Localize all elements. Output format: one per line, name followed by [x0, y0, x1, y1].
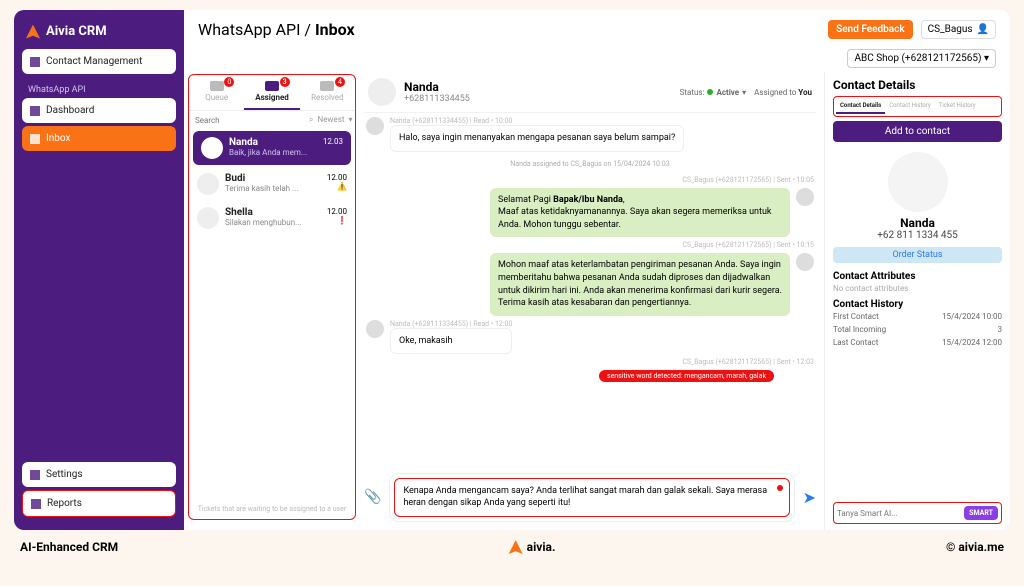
- avatar: [796, 188, 814, 206]
- footer-copyright: © aivia.me: [946, 540, 1004, 554]
- sidebar-dashboard[interactable]: Dashboard: [22, 98, 176, 123]
- system-message: Nanda assigned to CS_Bagus on 15/04/2024…: [366, 160, 814, 168]
- footer-tagline: AI-Enhanced CRM: [20, 540, 118, 554]
- detail-name: Nanda: [833, 216, 1002, 230]
- avatar: [366, 320, 384, 338]
- tab-resolved[interactable]: Resolved4: [300, 75, 355, 110]
- grid-icon: [30, 106, 40, 116]
- send-feedback-button[interactable]: Send Feedback: [828, 20, 912, 39]
- sidebar-reports[interactable]: Reports: [22, 490, 176, 517]
- inbox-panel: Queue0 Assigned3 Resolved4 ⌕ Newest ▾ Na…: [188, 74, 356, 520]
- topbar: WhatsApp API / Inbox Send Feedback CS_Ba…: [184, 10, 1010, 49]
- sidebar-contact-management[interactable]: Contact Management: [22, 49, 176, 74]
- details-title: Contact Details: [833, 78, 1002, 92]
- message-bubble: Mohon maaf atas keterlambatan pengiriman…: [490, 253, 790, 315]
- conversation-item[interactable]: BudiTerima kasih telah ... 12.00⚠️: [189, 167, 355, 201]
- smart-ai-button[interactable]: SMART: [964, 506, 998, 520]
- report-icon: [31, 499, 41, 509]
- paperclip-icon[interactable]: 📎: [364, 489, 381, 505]
- user-icon: 👤: [977, 24, 989, 35]
- sidebar-section-whatsapp: WhatsApp API: [28, 85, 170, 95]
- avatar: [796, 253, 814, 271]
- assigned-to: Assigned to You: [754, 88, 812, 97]
- avatar: [888, 152, 948, 212]
- avatar: [197, 207, 219, 229]
- sidebar-inbox[interactable]: Inbox: [22, 126, 176, 151]
- inbox-footer-hint: Tickets that are waiting to be assigned …: [189, 499, 355, 519]
- detail-phone: +62 811 1334 455: [833, 230, 1002, 241]
- search-input[interactable]: [195, 115, 305, 125]
- shop-selector[interactable]: ABC Shop (+628121172565) ▾: [847, 49, 996, 68]
- page-footer: AI-Enhanced CRM aivia. © aivia.me: [0, 530, 1024, 564]
- details-tab-history[interactable]: Contact History: [885, 99, 935, 114]
- status-dot-icon: [707, 89, 713, 95]
- sidebar: Aivia CRM Contact Management WhatsApp AP…: [14, 10, 184, 530]
- sidebar-settings[interactable]: Settings: [22, 462, 176, 487]
- compose-input[interactable]: Kenapa Anda mengancam saya? Anda terliha…: [394, 478, 789, 517]
- contact-details-panel: Contact Details Contact Details Contact …: [824, 72, 1010, 530]
- chat-contact-name: Nanda: [404, 80, 470, 94]
- avatar: [368, 78, 396, 106]
- avatar: [201, 137, 223, 159]
- search-icon: ⌕: [309, 115, 313, 125]
- conversation-item[interactable]: ShellaSilakan menghubun... 12.00❗: [189, 201, 355, 235]
- chat-icon: [30, 134, 40, 144]
- app-logo: Aivia CRM: [26, 24, 172, 39]
- logo-icon: [509, 540, 523, 554]
- chat-panel: Nanda+628111334455 Status:Active ▾ Assig…: [356, 72, 824, 530]
- warning-icon: ⚠️: [327, 182, 347, 191]
- conversation-item[interactable]: NandaBaik, jika Anda mem... 12.03: [193, 131, 351, 165]
- gear-icon: [30, 470, 40, 480]
- add-to-contact-button[interactable]: Add to contact: [833, 121, 1002, 142]
- logo-icon: [26, 25, 40, 39]
- status-select[interactable]: Status:Active ▾: [680, 88, 747, 97]
- alert-dot-icon: [777, 485, 783, 491]
- tab-queue[interactable]: Queue0: [189, 75, 244, 110]
- order-status-button[interactable]: Order Status: [833, 247, 1002, 263]
- details-tab-tickets[interactable]: Ticket History: [935, 99, 980, 114]
- alert-icon: ❗: [327, 216, 347, 225]
- details-tab-contact[interactable]: Contact Details: [836, 99, 885, 114]
- breadcrumb: WhatsApp API / Inbox: [198, 20, 355, 39]
- avatar: [366, 117, 384, 135]
- message-bubble: Halo, saya ingin menanyakan mengapa pesa…: [390, 125, 684, 152]
- message-bubble: Selamat Pagi Bapak/Ibu Nanda, Maaf atas …: [490, 188, 790, 238]
- message-bubble: Oke, makasih: [390, 328, 512, 355]
- chat-contact-phone: +628111334455: [404, 94, 470, 104]
- footer-brand: aivia.: [509, 540, 556, 554]
- sensitive-word-alert: sensitive word detected: mengancam, mara…: [599, 370, 774, 382]
- send-button[interactable]: ➤: [803, 488, 816, 507]
- user-menu[interactable]: CS_Bagus 👤: [921, 20, 996, 39]
- tab-assigned[interactable]: Assigned3: [244, 75, 299, 110]
- smart-ai-input[interactable]: [837, 509, 964, 518]
- avatar: [197, 173, 219, 195]
- cloud-icon: [30, 57, 40, 67]
- sort-select[interactable]: Newest: [317, 115, 344, 125]
- chevron-down-icon: ▾: [348, 115, 352, 125]
